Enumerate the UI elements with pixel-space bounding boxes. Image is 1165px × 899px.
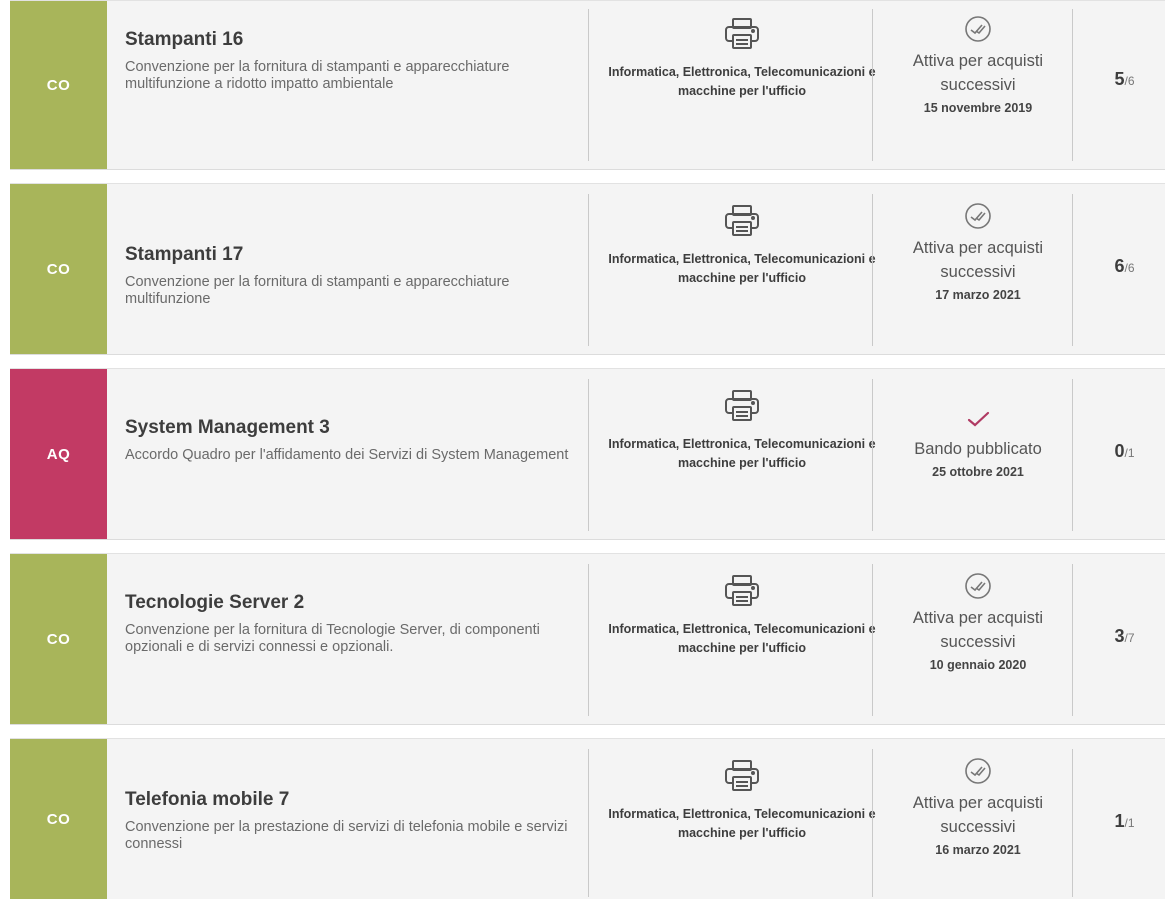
status-cell: Attiva per acquisti successivi 15 novemb… [885,15,1071,115]
initiative-description: Convenzione per la prestazione di serviz… [125,819,568,852]
initiative-description: Convenzione per la fornitura di stampant… [125,59,510,92]
column-divider [872,564,873,716]
category-cell: Informatica, Elettronica, Telecomunicazi… [600,17,884,101]
status-label: Attiva per acquisti successivi [912,239,1044,281]
category-label: Informatica, Elettronica, Telecomunicazi… [608,252,876,285]
status-date: 25 ottobre 2021 [932,465,1024,479]
initiative-title[interactable]: Stampanti 16 [125,29,570,51]
category-label: Informatica, Elettronica, Telecomunicazi… [608,65,876,98]
initiative-info: Tecnologie Server 2 Convenzione per la f… [125,592,570,656]
status-date: 15 novembre 2019 [923,101,1033,115]
status-label: Attiva per acquisti successivi [912,609,1044,651]
lots-count: 1/1 [1084,811,1165,832]
column-divider [588,749,589,897]
initiative-card[interactable]: AQ System Management 3 Accordo Quadro pe… [10,368,1165,540]
initiative-description: Convenzione per la fornitura di stampant… [125,274,510,307]
double-check-circle-icon [965,758,991,784]
status-cell: Attiva per acquisti successivi 16 marzo … [885,757,1071,857]
status-cell: Bando pubblicato 25 ottobre 2021 [885,407,1071,479]
initiative-card[interactable]: CO Stampanti 16 Convenzione per la forni… [10,0,1165,170]
category-label: Informatica, Elettronica, Telecomunicazi… [608,807,876,840]
status-label: Attiva per acquisti successivi [912,52,1044,94]
type-badge: CO [10,1,107,169]
lots-count: 3/7 [1084,626,1165,647]
initiative-title[interactable]: Tecnologie Server 2 [125,592,570,614]
initiative-info: Stampanti 16 Convenzione per la fornitur… [125,29,570,93]
initiative-title[interactable]: Stampanti 17 [125,244,570,266]
lots-count: 0/1 [1084,441,1165,462]
check-icon [967,411,990,427]
lots-total-count: /7 [1124,631,1135,645]
lots-count: 6/6 [1084,256,1165,277]
status-label: Bando pubblicato [914,440,1042,458]
lots-active-count: 3 [1114,626,1125,646]
column-divider [588,379,589,531]
column-divider [1072,9,1073,161]
category-cell: Informatica, Elettronica, Telecomunicazi… [600,204,884,288]
category-label: Informatica, Elettronica, Telecomunicazi… [608,622,876,655]
lots-count: 5/6 [1084,69,1165,90]
status-date: 10 gennaio 2020 [929,658,1027,672]
column-divider [588,194,589,346]
initiative-info: Telefonia mobile 7 Convenzione per la pr… [125,789,570,853]
column-divider [872,379,873,531]
column-divider [872,194,873,346]
column-divider [1072,564,1073,716]
lots-active-count: 5 [1114,69,1125,89]
status-date: 16 marzo 2021 [935,843,1021,857]
double-check-circle-icon [965,573,991,599]
column-divider [1072,379,1073,531]
status-date: 17 marzo 2021 [935,288,1021,302]
double-check-circle-icon [965,203,991,229]
initiative-info: Stampanti 17 Convenzione per la fornitur… [125,244,570,308]
printer-icon [725,760,759,791]
type-badge: CO [10,184,107,354]
type-badge: AQ [10,369,107,539]
initiative-description: Accordo Quadro per l'affidamento dei Ser… [125,447,569,463]
type-badge: CO [10,739,107,899]
initiative-card[interactable]: CO Stampanti 17 Convenzione per la forni… [10,183,1165,355]
category-cell: Informatica, Elettronica, Telecomunicazi… [600,389,884,473]
initiative-card[interactable]: CO Tecnologie Server 2 Convenzione per l… [10,553,1165,725]
column-divider [1072,194,1073,346]
initiative-info: System Management 3 Accordo Quadro per l… [125,417,570,464]
lots-total-count: /1 [1124,816,1135,830]
double-check-circle-icon [965,16,991,42]
initiative-title[interactable]: Telefonia mobile 7 [125,789,570,811]
initiative-description: Convenzione per la fornitura di Tecnolog… [125,622,540,655]
column-divider [588,9,589,161]
lots-active-count: 1 [1114,811,1125,831]
lots-total-count: /6 [1124,74,1135,88]
printer-icon [725,390,759,421]
lots-active-count: 0 [1114,441,1125,461]
column-divider [1072,749,1073,897]
initiative-title[interactable]: System Management 3 [125,417,570,439]
column-divider [872,749,873,897]
status-label: Attiva per acquisti successivi [912,794,1044,836]
initiative-card[interactable]: CO Telefonia mobile 7 Convenzione per la… [10,738,1165,899]
lots-total-count: /1 [1124,446,1135,460]
category-cell: Informatica, Elettronica, Telecomunicazi… [600,759,884,843]
category-label: Informatica, Elettronica, Telecomunicazi… [608,437,876,470]
printer-icon [725,575,759,606]
category-cell: Informatica, Elettronica, Telecomunicazi… [600,574,884,658]
column-divider [872,9,873,161]
column-divider [588,564,589,716]
type-badge: CO [10,554,107,724]
lots-total-count: /6 [1124,261,1135,275]
status-cell: Attiva per acquisti successivi 10 gennai… [885,572,1071,672]
lots-active-count: 6 [1114,256,1125,276]
printer-icon [725,205,759,236]
printer-icon [725,18,759,49]
status-cell: Attiva per acquisti successivi 17 marzo … [885,202,1071,302]
